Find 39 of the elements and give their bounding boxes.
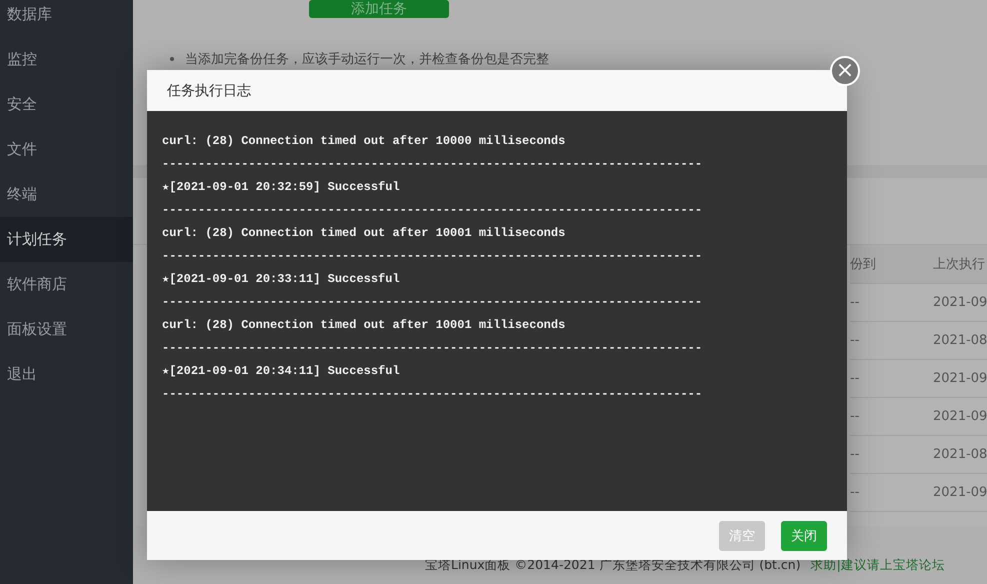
sidebar-item[interactable]: 软件商店: [0, 262, 133, 307]
sidebar-item[interactable]: 面板设置: [0, 307, 133, 352]
table-cell-text: --: [850, 371, 860, 386]
column-header: 上次执行: [933, 256, 985, 273]
table-cell-text: --: [850, 295, 860, 310]
tip-text: 当添加完备份任务，应该手动运行一次，并检查备份包是否完整: [185, 51, 549, 68]
table-cell-text: --: [850, 485, 860, 500]
log-line: ---------------------------------------------------------------------------: [162, 202, 702, 219]
table-cell: 2021-09: [933, 485, 987, 500]
log-line: ★[2021-09-01 20:34:11] Successful: [162, 363, 400, 380]
log-line: curl: (28) Connection timed out after 10000 milliseconds: [162, 133, 566, 150]
table-cell-text: --: [850, 447, 860, 462]
column-header: 份到: [850, 256, 877, 273]
log-line: ---------------------------------------------------------------------------: [162, 248, 702, 265]
close-dialog-button[interactable]: 关闭: [781, 520, 827, 550]
table-cell: 2021-09: [933, 295, 987, 310]
sidebar-item[interactable]: 终端: [0, 172, 133, 217]
log-line: ---------------------------------------------------------------------------: [162, 294, 702, 311]
table-cell: 2021-08: [933, 447, 987, 462]
log-line: curl: (28) Connection timed out after 10001 milliseconds: [162, 225, 566, 242]
sidebar-item[interactable]: 数据库: [0, 0, 133, 37]
sidebar-item[interactable]: 监控: [0, 37, 133, 82]
table-cell: 2021-08: [933, 333, 987, 348]
sidebar-item[interactable]: 文件: [0, 127, 133, 172]
log-line: ---------------------------------------------------------------------------: [162, 156, 702, 173]
dialog-title: 任务执行日志: [167, 82, 251, 100]
table-cell-text: --: [850, 333, 860, 348]
log-line: curl: (28) Connection timed out after 10001 milliseconds: [162, 317, 566, 334]
log-line: ★[2021-09-01 20:33:11] Successful: [162, 271, 400, 288]
log-line: ★[2021-09-01 20:32:59] Successful: [162, 179, 400, 196]
log-line: ---------------------------------------------------------------------------: [162, 386, 702, 403]
sidebar-item[interactable]: 退出: [0, 352, 133, 397]
table-cell: 2021-09: [933, 371, 987, 386]
sidebar-item[interactable]: 安全: [0, 82, 133, 127]
table-cell-text: --: [850, 409, 860, 424]
table-cell: 2021-09: [933, 409, 987, 424]
bullet-icon: [170, 57, 174, 61]
sidebar-item[interactable]: 计划任务: [0, 217, 133, 262]
log-line: ---------------------------------------------------------------------------: [162, 340, 702, 357]
